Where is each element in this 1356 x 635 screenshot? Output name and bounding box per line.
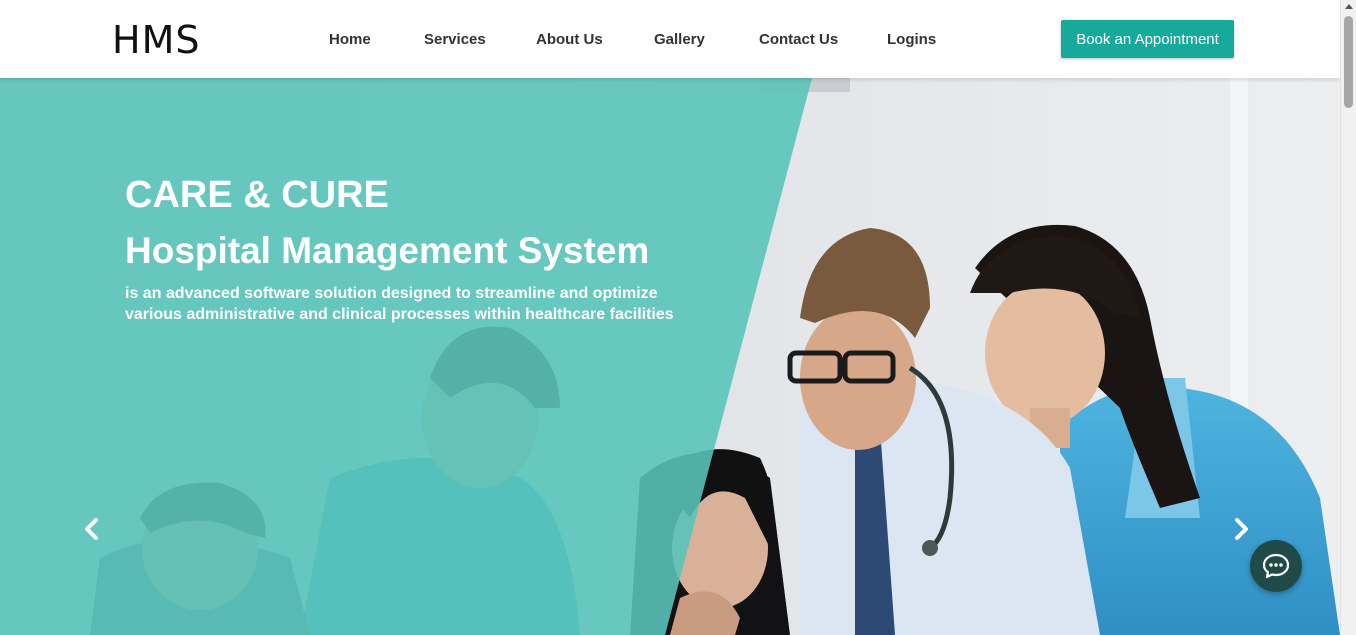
nav-about-us[interactable]: About Us xyxy=(536,30,603,50)
scroll-thumb[interactable] xyxy=(1344,16,1353,108)
chat-bubble-icon xyxy=(1262,553,1290,579)
hero-image xyxy=(0,78,1340,635)
chevron-right-icon xyxy=(1235,518,1248,540)
scroll-up-arrow-icon[interactable] xyxy=(1345,4,1353,9)
hero-subtitle: Hospital Management System xyxy=(125,230,650,271)
nav-services[interactable]: Services xyxy=(424,30,486,50)
chat-button[interactable] xyxy=(1250,540,1302,592)
nav-gallery[interactable]: Gallery xyxy=(654,30,705,50)
nav-home[interactable]: Home xyxy=(329,30,371,50)
chevron-left-icon xyxy=(85,518,98,540)
nav-logins[interactable]: Logins xyxy=(887,30,936,50)
header: HMS Home Services About Us Gallery Conta… xyxy=(0,0,1340,78)
hero-description: is an advanced software solution designe… xyxy=(125,285,674,323)
nav-contact-us[interactable]: Contact Us xyxy=(759,30,838,50)
carousel-prev-button[interactable] xyxy=(77,514,107,544)
book-appointment-button[interactable]: Book an Appointment xyxy=(1061,20,1234,58)
logo[interactable]: HMS xyxy=(112,20,200,60)
page-scrollbar[interactable] xyxy=(1340,0,1356,635)
hero-title: CARE & CURE xyxy=(125,174,389,216)
hero-carousel: CARE & CURE Hospital Management System i… xyxy=(0,78,1340,635)
carousel-next-button[interactable] xyxy=(1226,514,1256,544)
